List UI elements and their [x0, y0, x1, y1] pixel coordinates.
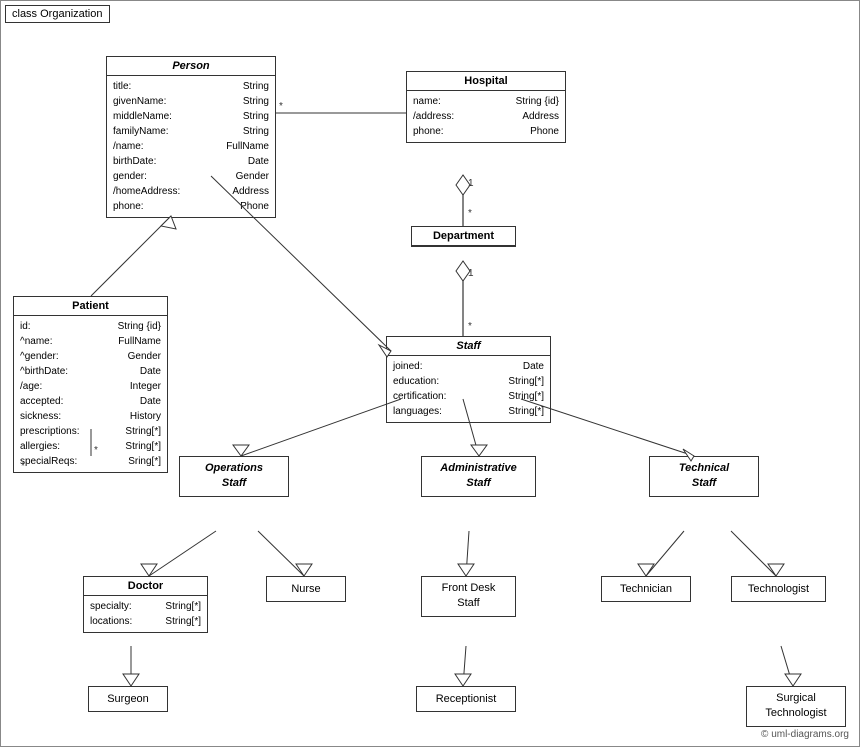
- svg-text:*: *: [468, 208, 472, 219]
- staff-class: Staff joined:Date education:String[*] ce…: [386, 336, 551, 423]
- technologist-class: Technologist: [731, 576, 826, 602]
- diagram-title: class Organization: [5, 5, 110, 23]
- technical-staff-header: TechnicalStaff: [654, 461, 754, 492]
- department-header: Department: [412, 227, 515, 246]
- svg-text:*: *: [279, 101, 283, 112]
- administrative-staff-header: AdministrativeStaff: [426, 461, 531, 492]
- hospital-body: name:String {id} /address:Address phone:…: [407, 91, 565, 142]
- technician-class: Technician: [601, 576, 691, 602]
- doctor-header: Doctor: [84, 577, 207, 596]
- department-class: Department: [411, 226, 516, 247]
- person-header: Person: [107, 57, 275, 76]
- operations-staff-header: OperationsStaff: [184, 461, 284, 492]
- technical-staff-class: TechnicalStaff: [649, 456, 759, 497]
- patient-header: Patient: [14, 297, 167, 316]
- surgical-technologist-class: SurgicalTechnologist: [746, 686, 846, 727]
- staff-body: joined:Date education:String[*] certific…: [387, 356, 550, 422]
- staff-header: Staff: [387, 337, 550, 356]
- copyright: © uml-diagrams.org: [761, 729, 849, 740]
- front-desk-staff-header: Front DeskStaff: [426, 581, 511, 612]
- svg-text:1: 1: [468, 268, 474, 279]
- person-class: Person title:String givenName:String mid…: [106, 56, 276, 218]
- nurse-class: Nurse: [266, 576, 346, 602]
- operations-staff-class: OperationsStaff: [179, 456, 289, 497]
- hospital-header: Hospital: [407, 72, 565, 91]
- person-body: title:String givenName:String middleName…: [107, 76, 275, 217]
- hospital-class: Hospital name:String {id} /address:Addre…: [406, 71, 566, 143]
- receptionist-class: Receptionist: [416, 686, 516, 712]
- diagram-canvas: class Organization * * 1 1 *: [0, 0, 860, 747]
- surgeon-class: Surgeon: [88, 686, 168, 712]
- svg-text:*: *: [468, 321, 472, 332]
- surgical-technologist-header: SurgicalTechnologist: [751, 691, 841, 722]
- patient-class: Patient id:String {id} ^name:FullName ^g…: [13, 296, 168, 473]
- front-desk-staff-class: Front DeskStaff: [421, 576, 516, 617]
- administrative-staff-class: AdministrativeStaff: [421, 456, 536, 497]
- doctor-class: Doctor specialty:String[*] locations:Str…: [83, 576, 208, 633]
- doctor-body: specialty:String[*] locations:String[*]: [84, 596, 207, 632]
- patient-body: id:String {id} ^name:FullName ^gender:Ge…: [14, 316, 167, 472]
- svg-text:1: 1: [468, 178, 474, 189]
